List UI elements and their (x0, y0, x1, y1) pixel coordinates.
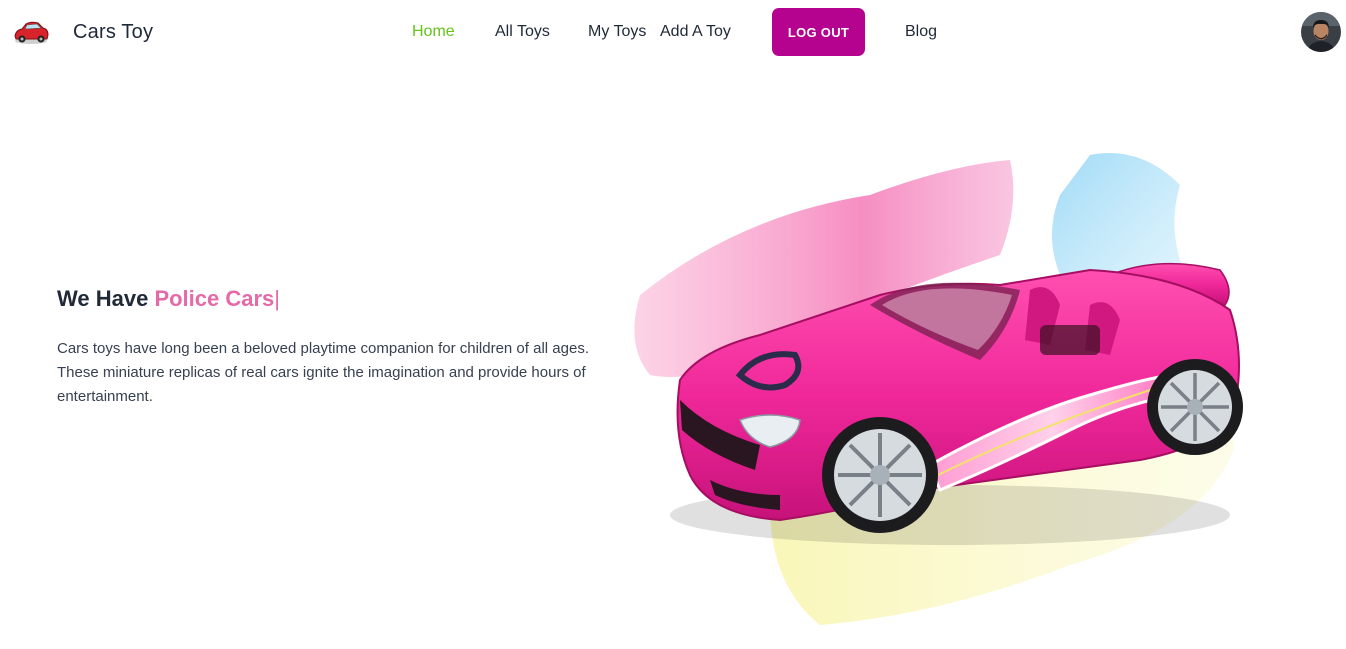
nav-link-all-toys[interactable]: All Toys (495, 23, 550, 41)
user-avatar[interactable] (1301, 12, 1341, 52)
nav-link-my-toys[interactable]: My Toys (588, 23, 646, 41)
nav-link-add-a-toy[interactable]: Add A Toy (660, 23, 731, 41)
pink-convertible-car-illustration (634, 153, 1243, 625)
logout-button[interactable]: LOG OUT (772, 8, 865, 56)
nav-link-blog[interactable]: Blog (905, 23, 937, 41)
user-avatar-icon (1301, 12, 1341, 52)
hero-description: Cars toys have long been a beloved playt… (57, 340, 589, 405)
navbar: Cars Toy Home All Toys My Toys Add A Toy… (0, 0, 1346, 66)
hero-title: We Have Police Cars| (57, 286, 280, 312)
nav-link-home[interactable]: Home (412, 23, 455, 41)
red-car-icon[interactable] (12, 18, 50, 46)
brand-name[interactable]: Cars Toy (73, 21, 153, 44)
hero-title-typed: Police Cars (154, 286, 275, 311)
hero-title-prefix: We Have (57, 286, 149, 311)
typing-cursor: | (274, 286, 280, 311)
